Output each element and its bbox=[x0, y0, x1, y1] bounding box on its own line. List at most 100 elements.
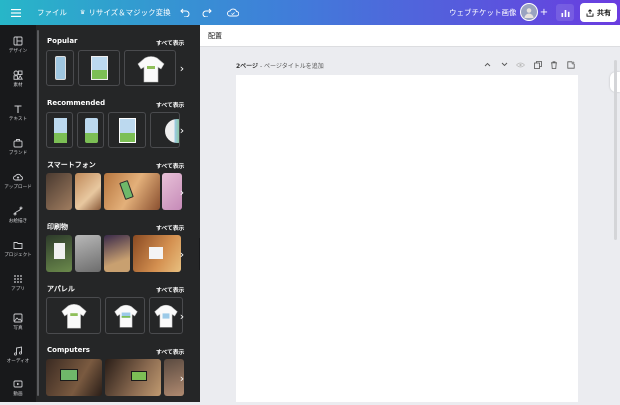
template-card[interactable] bbox=[46, 112, 73, 148]
document-title[interactable]: ウェブチケット画像 bbox=[449, 0, 517, 25]
template-card[interactable] bbox=[46, 297, 101, 334]
add-page-icon[interactable] bbox=[566, 60, 575, 69]
rail-item-brand[interactable]: ブランド bbox=[0, 130, 36, 164]
crown-icon: ♛ bbox=[80, 9, 86, 16]
redo-icon[interactable] bbox=[200, 6, 214, 19]
template-card[interactable] bbox=[124, 50, 176, 86]
draw-icon bbox=[13, 206, 23, 216]
chevron-right-icon[interactable]: › bbox=[177, 185, 187, 199]
chevron-right-icon[interactable]: › bbox=[177, 309, 187, 323]
rail-label: プロジェクト bbox=[4, 253, 32, 258]
poster-thumbnail bbox=[91, 56, 108, 80]
see-all-link[interactable]: すべて表示 bbox=[156, 347, 184, 356]
template-card[interactable] bbox=[78, 50, 120, 86]
editor-toolbar: 配置 bbox=[200, 25, 620, 47]
section-title: スマートフォン bbox=[47, 161, 96, 169]
phone-thumbnail bbox=[85, 118, 98, 143]
print-in-photo bbox=[54, 243, 65, 259]
folder-icon bbox=[13, 242, 23, 249]
rail-label: 動画 bbox=[13, 392, 23, 397]
template-card[interactable] bbox=[108, 112, 146, 148]
canvas-scrollbar[interactable] bbox=[614, 60, 617, 240]
rail-item-draw[interactable]: お絵描き bbox=[0, 198, 36, 232]
rail-item-text[interactable]: テキスト bbox=[0, 96, 36, 130]
chevron-up-icon[interactable] bbox=[483, 60, 492, 69]
file-menu[interactable]: ファイル bbox=[37, 0, 67, 25]
chevron-right-icon[interactable]: › bbox=[177, 61, 187, 75]
music-icon bbox=[13, 346, 23, 356]
insights-icon[interactable] bbox=[556, 4, 574, 21]
rail-item-apps[interactable]: アプリ bbox=[0, 266, 36, 300]
rail-item-upload[interactable]: アップロード bbox=[0, 164, 36, 198]
cloud-sync-icon[interactable] bbox=[226, 6, 240, 19]
phone-thumbnail bbox=[54, 118, 67, 143]
template-card[interactable] bbox=[46, 50, 74, 86]
photo-card[interactable] bbox=[105, 359, 161, 396]
duplicate-page-icon[interactable] bbox=[533, 60, 542, 69]
photo-card[interactable] bbox=[133, 235, 181, 272]
photo-card[interactable] bbox=[104, 173, 160, 210]
laptop-screen bbox=[131, 371, 147, 381]
side-rail: デザイン 素材 テキスト ブランド アップロード お絵描き プロジェクト アプリ… bbox=[0, 25, 36, 402]
rail-item-design[interactable]: デザイン bbox=[0, 28, 36, 62]
rail-item-projects[interactable]: プロジェクト bbox=[0, 232, 36, 266]
undo-icon[interactable] bbox=[178, 6, 192, 19]
photo-card[interactable] bbox=[46, 235, 72, 272]
poster-thumbnail bbox=[119, 118, 136, 143]
section-title: Recommended bbox=[47, 99, 106, 107]
see-all-link[interactable]: すべて表示 bbox=[156, 285, 184, 294]
template-card[interactable] bbox=[77, 112, 104, 148]
see-all-link[interactable]: すべて表示 bbox=[156, 223, 184, 232]
add-collaborator-icon[interactable]: + bbox=[538, 6, 550, 19]
template-card[interactable] bbox=[105, 297, 145, 334]
photo-card[interactable] bbox=[46, 173, 72, 210]
rail-label: デザイン bbox=[8, 49, 28, 54]
share-button[interactable]: 共有 bbox=[580, 3, 617, 22]
hoodie-thumbnail bbox=[61, 304, 87, 329]
photo-card[interactable] bbox=[104, 235, 130, 272]
chevron-down-icon[interactable] bbox=[500, 60, 509, 69]
phone-thumbnail bbox=[55, 56, 66, 80]
hide-page-icon[interactable] bbox=[516, 60, 525, 69]
photo-card[interactable] bbox=[75, 173, 101, 210]
section-title: アパレル bbox=[47, 285, 75, 293]
photo-card[interactable] bbox=[46, 359, 102, 396]
rail-item-elements[interactable]: 素材 bbox=[0, 62, 36, 96]
hoodie-thumbnail bbox=[137, 56, 165, 83]
chevron-right-icon[interactable]: › bbox=[177, 247, 187, 261]
template-card[interactable] bbox=[150, 112, 180, 148]
see-all-link[interactable]: すべて表示 bbox=[156, 161, 184, 170]
trash-icon[interactable] bbox=[549, 60, 558, 69]
rail-label: アプリ bbox=[11, 287, 25, 292]
design-page[interactable] bbox=[236, 75, 578, 402]
position-button[interactable]: 配置 bbox=[208, 31, 222, 41]
page-label[interactable]: 2ページ - ページタイトルを追加 bbox=[236, 61, 324, 70]
print-in-photo bbox=[149, 247, 163, 259]
resize-label: リサイズ＆マジック変換 bbox=[88, 8, 171, 17]
top-bar: ファイル ♛ リサイズ＆マジック変換 ウェブチケット画像 + 共有 bbox=[0, 0, 620, 25]
page-title-placeholder: - ページタイトルを追加 bbox=[258, 63, 324, 70]
video-icon bbox=[13, 380, 23, 388]
rail-item-video[interactable]: 動画 bbox=[0, 371, 36, 405]
photo-card[interactable] bbox=[75, 235, 101, 272]
see-all-link[interactable]: すべて表示 bbox=[156, 100, 184, 109]
avatar[interactable] bbox=[520, 3, 538, 21]
rail-label: オーディオ bbox=[6, 359, 30, 364]
rail-label: お絵描き bbox=[8, 219, 28, 224]
share-label: 共有 bbox=[597, 8, 611, 17]
hoodie-thumbnail bbox=[114, 304, 138, 328]
see-all-link[interactable]: すべて表示 bbox=[156, 38, 184, 47]
resize-magic-button[interactable]: ♛ リサイズ＆マジック変換 bbox=[80, 0, 171, 25]
panel-scrollbar[interactable] bbox=[37, 30, 39, 396]
section-title: Computers bbox=[47, 346, 90, 354]
hamburger-icon[interactable] bbox=[9, 6, 23, 19]
chevron-right-icon[interactable]: › bbox=[177, 371, 187, 385]
rail-item-photos[interactable]: 写真 bbox=[0, 305, 36, 339]
rail-item-audio[interactable]: オーディオ bbox=[0, 338, 36, 372]
chevron-right-icon[interactable]: › bbox=[177, 123, 187, 137]
section-title: Popular bbox=[47, 37, 78, 45]
layout-icon bbox=[13, 36, 23, 46]
photo-icon bbox=[13, 313, 23, 323]
rail-label: 素材 bbox=[13, 83, 23, 88]
upload-icon bbox=[586, 8, 594, 17]
